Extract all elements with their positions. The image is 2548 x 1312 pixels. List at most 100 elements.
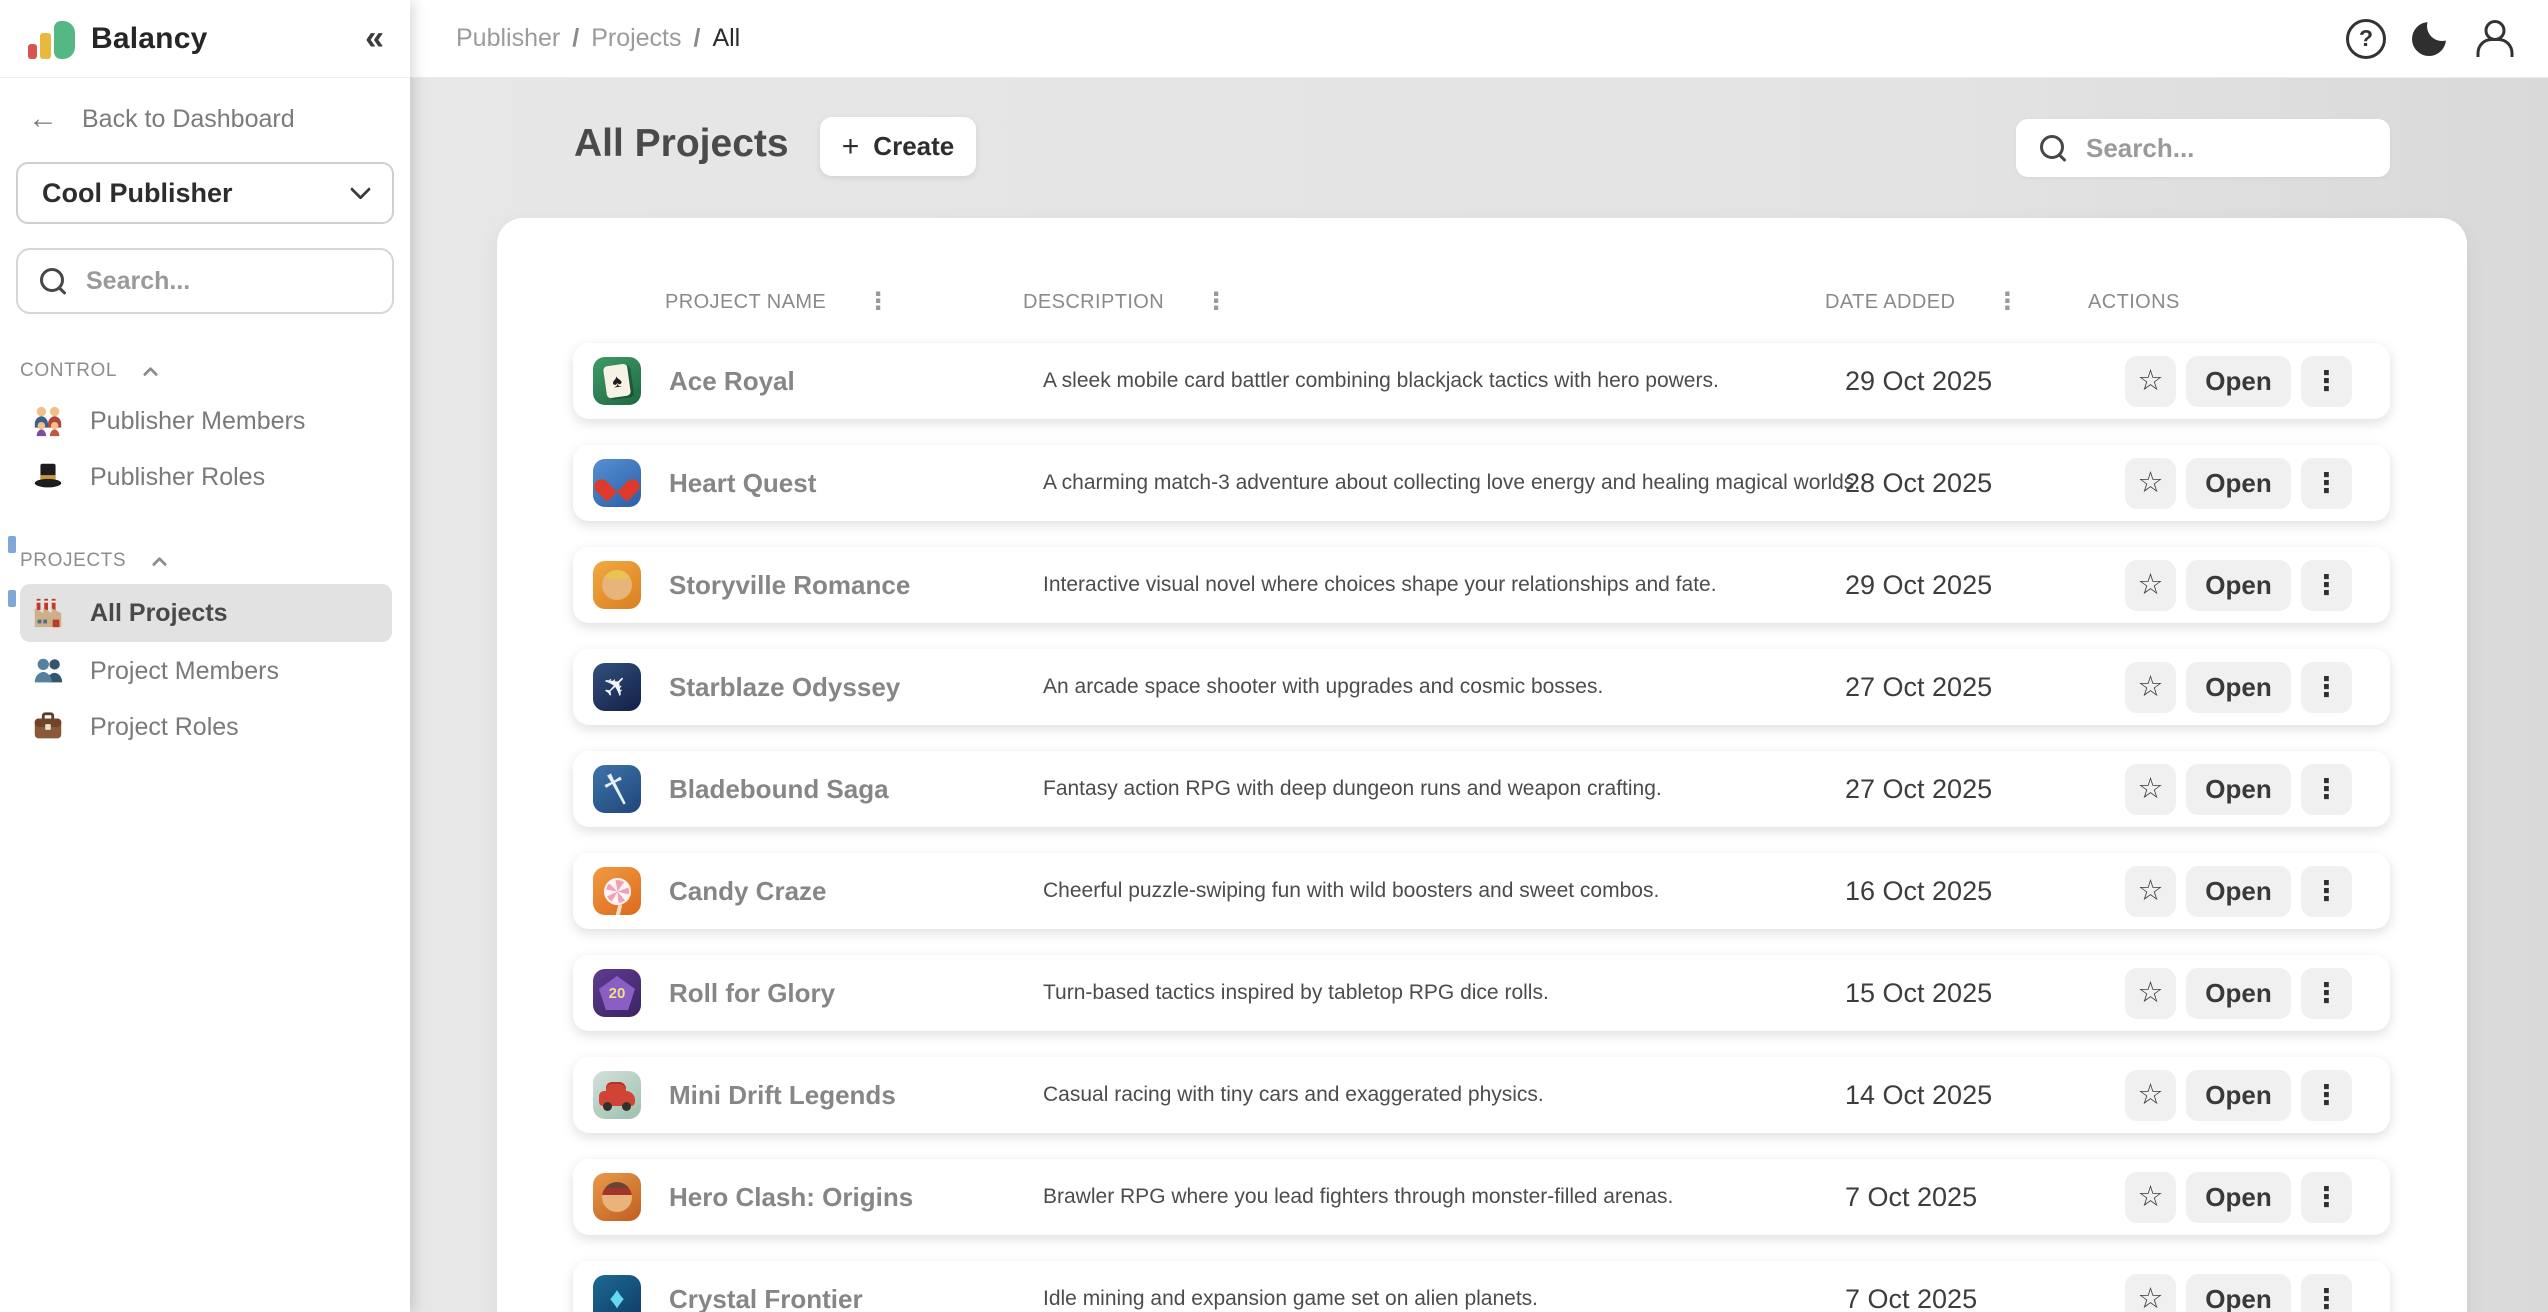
sidebar-item-label: Publisher Members: [90, 407, 305, 436]
project-description: Casual racing with tiny cars and exagger…: [1043, 1083, 1845, 1107]
date-added: 7 Oct 2025: [1845, 1182, 2125, 1213]
date-added: 28 Oct 2025: [1845, 468, 2125, 499]
open-button[interactable]: Open: [2186, 1070, 2291, 1121]
row-menu-button[interactable]: ⋮: [2301, 764, 2352, 815]
account-person-icon[interactable]: [2476, 19, 2514, 59]
crystals-icon: ♦: [593, 1275, 641, 1312]
create-button[interactable]: + Create: [820, 117, 976, 176]
projects-search-input[interactable]: [2086, 133, 2366, 164]
favorite-star-button[interactable]: ☆: [2125, 1172, 2176, 1223]
row-menu-button[interactable]: ⋮: [2301, 1274, 2352, 1312]
open-button[interactable]: Open: [2186, 1274, 2291, 1312]
column-header-description: DESCRIPTION ⋮: [1023, 290, 1825, 314]
star-icon: ☆: [2138, 673, 2164, 702]
breadcrumb-publisher[interactable]: Publisher: [456, 24, 560, 53]
breadcrumb: Publisher / Projects / All: [456, 24, 740, 53]
row-actions: ☆ Open ⋮: [2125, 458, 2352, 509]
project-name: Storyville Romance: [641, 570, 1043, 601]
playing-cards-icon: ♠: [593, 357, 641, 405]
date-added: 7 Oct 2025: [1845, 1284, 2125, 1312]
favorite-star-button[interactable]: ☆: [2125, 356, 2176, 407]
row-menu-button[interactable]: ⋮: [2301, 866, 2352, 917]
column-menu-icon[interactable]: ⋮: [866, 290, 890, 314]
row-menu-button[interactable]: ⋮: [2301, 968, 2352, 1019]
breadcrumb-separator: /: [694, 24, 701, 53]
open-button[interactable]: Open: [2186, 560, 2291, 611]
row-menu-button[interactable]: ⋮: [2301, 458, 2352, 509]
section-header-control[interactable]: CONTROL: [20, 360, 410, 382]
table-row: Storyville Romance Interactive visual no…: [573, 547, 2390, 623]
back-to-dashboard-link[interactable]: ← Back to Dashboard: [28, 102, 384, 136]
row-menu-button[interactable]: ⋮: [2301, 560, 2352, 611]
row-menu-button[interactable]: ⋮: [2301, 662, 2352, 713]
row-actions: ☆ Open ⋮: [2125, 560, 2352, 611]
project-description: A sleek mobile card battler combining bl…: [1043, 369, 1845, 393]
row-menu-button[interactable]: ⋮: [2301, 356, 2352, 407]
breadcrumb-projects[interactable]: Projects: [591, 24, 681, 53]
factory-icon: [30, 595, 66, 631]
back-label: Back to Dashboard: [82, 105, 295, 134]
open-button[interactable]: Open: [2186, 764, 2291, 815]
chevron-up-icon: [143, 366, 159, 382]
favorite-star-button[interactable]: ☆: [2125, 662, 2176, 713]
project-description: Brawler RPG where you lead fighters thro…: [1043, 1185, 1845, 1209]
sidebar-item-project-roles[interactable]: Project Roles: [20, 700, 392, 754]
open-button[interactable]: Open: [2186, 968, 2291, 1019]
project-name: Mini Drift Legends: [641, 1080, 1043, 1111]
content: All Projects + Create PROJECT NAME ⋮ DES…: [410, 78, 2548, 1312]
publisher-selector[interactable]: Cool Publisher: [16, 162, 394, 224]
project-name: Ace Royal: [641, 366, 1043, 397]
favorite-star-button[interactable]: ☆: [2125, 458, 2176, 509]
help-icon[interactable]: ?: [2346, 19, 2386, 59]
star-icon: ☆: [2138, 367, 2164, 396]
table-row: ♦ Crystal Frontier Idle mining and expan…: [573, 1261, 2390, 1312]
table-row: Hero Clash: Origins Brawler RPG where yo…: [573, 1159, 2390, 1235]
column-menu-icon[interactable]: ⋮: [1995, 290, 2019, 314]
blonde-girl-icon: [593, 561, 641, 609]
row-actions: ☆ Open ⋮: [2125, 1070, 2352, 1121]
busts-icon: [30, 653, 66, 689]
table-row: ♠ Ace Royal A sleek mobile card battler …: [573, 343, 2390, 419]
kebab-icon: ⋮: [2313, 1184, 2340, 1211]
row-actions: ☆ Open ⋮: [2125, 866, 2352, 917]
sidebar-search-input[interactable]: [86, 267, 370, 296]
date-added: 29 Oct 2025: [1845, 570, 2125, 601]
favorite-star-button[interactable]: ☆: [2125, 1070, 2176, 1121]
row-menu-button[interactable]: ⋮: [2301, 1172, 2352, 1223]
date-added: 16 Oct 2025: [1845, 876, 2125, 907]
open-button[interactable]: Open: [2186, 458, 2291, 509]
favorite-star-button[interactable]: ☆: [2125, 764, 2176, 815]
kebab-icon: ⋮: [2313, 776, 2340, 803]
project-description: Interactive visual novel where choices s…: [1043, 573, 1845, 597]
active-item-marker: [8, 536, 16, 553]
section-header-projects[interactable]: PROJECTS: [20, 550, 410, 572]
sidebar: Balancy « ← Back to Dashboard Cool Publi…: [0, 0, 410, 1312]
column-menu-icon[interactable]: ⋮: [1204, 290, 1228, 314]
toy-car-icon: [593, 1071, 641, 1119]
project-description: Turn-based tactics inspired by tabletop …: [1043, 981, 1845, 1005]
favorite-star-button[interactable]: ☆: [2125, 866, 2176, 917]
star-icon: ☆: [2138, 1081, 2164, 1110]
date-added: 27 Oct 2025: [1845, 672, 2125, 703]
publisher-selector-value: Cool Publisher: [42, 178, 233, 209]
sidebar-item-label: Project Members: [90, 657, 279, 686]
breadcrumb-separator: /: [572, 24, 579, 53]
collapse-sidebar-icon[interactable]: «: [365, 19, 384, 58]
favorite-star-button[interactable]: ☆: [2125, 1274, 2176, 1312]
sidebar-item-publisher-roles[interactable]: Publisher Roles: [20, 450, 392, 504]
sidebar-item-publisher-members[interactable]: Publisher Members: [20, 394, 392, 448]
dark-mode-moon-icon[interactable]: [2410, 18, 2452, 60]
open-button[interactable]: Open: [2186, 662, 2291, 713]
table-row: 20 Roll for Glory Turn-based tactics ins…: [573, 955, 2390, 1031]
star-icon: ☆: [2138, 979, 2164, 1008]
kebab-icon: ⋮: [2313, 470, 2340, 497]
favorite-star-button[interactable]: ☆: [2125, 968, 2176, 1019]
sidebar-item-project-members[interactable]: Project Members: [20, 644, 392, 698]
favorite-star-button[interactable]: ☆: [2125, 560, 2176, 611]
open-button[interactable]: Open: [2186, 356, 2291, 407]
open-button[interactable]: Open: [2186, 866, 2291, 917]
open-button[interactable]: Open: [2186, 1172, 2291, 1223]
sidebar-item-all-projects[interactable]: All Projects: [20, 584, 392, 642]
sidebar-item-label: Publisher Roles: [90, 463, 265, 492]
row-menu-button[interactable]: ⋮: [2301, 1070, 2352, 1121]
